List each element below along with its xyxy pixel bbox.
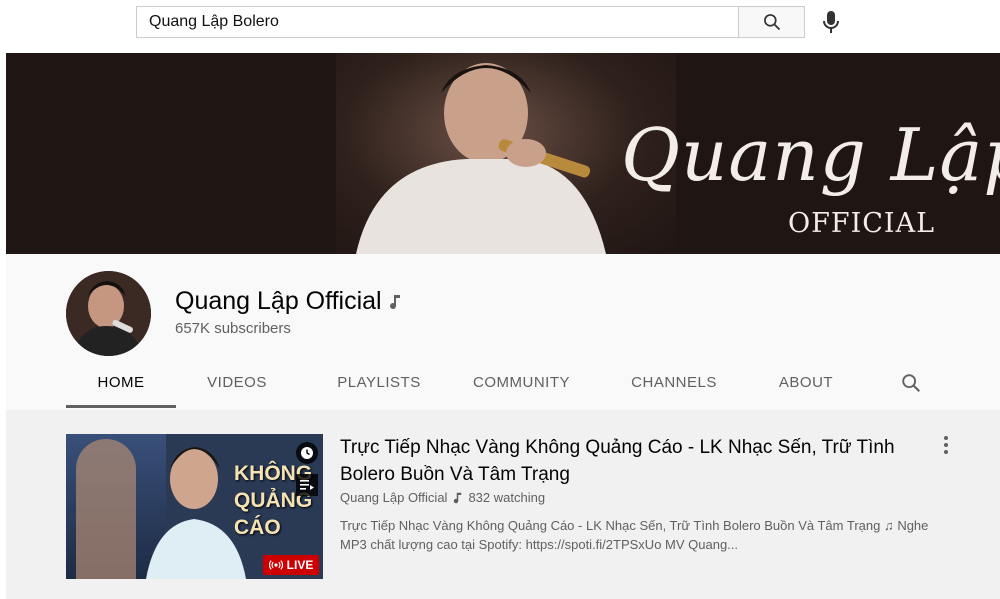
- more-actions-button[interactable]: [938, 434, 954, 456]
- thumbnail-text: KHÔNG QUẢNG CÁO: [234, 462, 313, 539]
- featured-video-section: KHÔNG QUẢNG CÁO LIVE Trực Tiếp Nhạc Vàng…: [6, 410, 1000, 599]
- channel-banner: Quang Lập OFFICIAL: [6, 53, 1000, 254]
- subscriber-count: 657K subscribers: [175, 320, 291, 337]
- music-note-icon: [454, 492, 462, 503]
- tab-playlists[interactable]: PLAYLISTS: [321, 362, 437, 408]
- top-bar: [0, 0, 1000, 52]
- tab-community[interactable]: COMMUNITY: [466, 362, 577, 408]
- banner-subtitle: OFFICIAL: [788, 208, 936, 239]
- live-broadcast-icon: [268, 560, 283, 570]
- channel-name: Quang Lập Official: [175, 287, 382, 315]
- watching-count: 832 watching: [468, 490, 546, 505]
- channel-search-icon[interactable]: [900, 372, 922, 394]
- live-badge: LIVE: [263, 555, 319, 575]
- banner-title: Quang Lập: [621, 113, 1000, 197]
- search-button[interactable]: [738, 6, 805, 38]
- watch-later-button[interactable]: [296, 442, 318, 464]
- search-input[interactable]: [137, 7, 738, 37]
- microphone-icon: [823, 11, 839, 33]
- search-icon: [763, 14, 780, 31]
- voice-search-button[interactable]: [816, 6, 846, 38]
- avatar[interactable]: [66, 271, 151, 356]
- music-note-icon: [390, 295, 400, 310]
- add-to-queue-button[interactable]: [296, 474, 318, 496]
- video-channel-link[interactable]: Quang Lập Official: [340, 490, 447, 505]
- video-description: Trực Tiếp Nhạc Vàng Không Quảng Cáo - LK…: [340, 518, 929, 552]
- search-box[interactable]: [136, 6, 738, 38]
- video-thumbnail[interactable]: KHÔNG QUẢNG CÁO LIVE: [66, 434, 323, 579]
- thumbnail-person: [146, 447, 246, 579]
- tab-home[interactable]: HOME: [66, 362, 176, 408]
- more-vertical-icon: [944, 436, 948, 440]
- video-title-link[interactable]: Trực Tiếp Nhạc Vàng Không Quảng Cáo - LK…: [340, 434, 910, 488]
- clock-icon: [301, 447, 313, 459]
- tab-about[interactable]: ABOUT: [766, 362, 846, 408]
- tab-channels[interactable]: CHANNELS: [626, 362, 722, 408]
- add-to-queue-icon: [300, 480, 314, 490]
- live-label: LIVE: [286, 558, 314, 572]
- channel-header: Quang Lập Official 657K subscribers HOME…: [6, 254, 1000, 410]
- tab-videos[interactable]: VIDEOS: [189, 362, 285, 408]
- video-meta: Quang Lập Official 832 watching: [340, 490, 545, 505]
